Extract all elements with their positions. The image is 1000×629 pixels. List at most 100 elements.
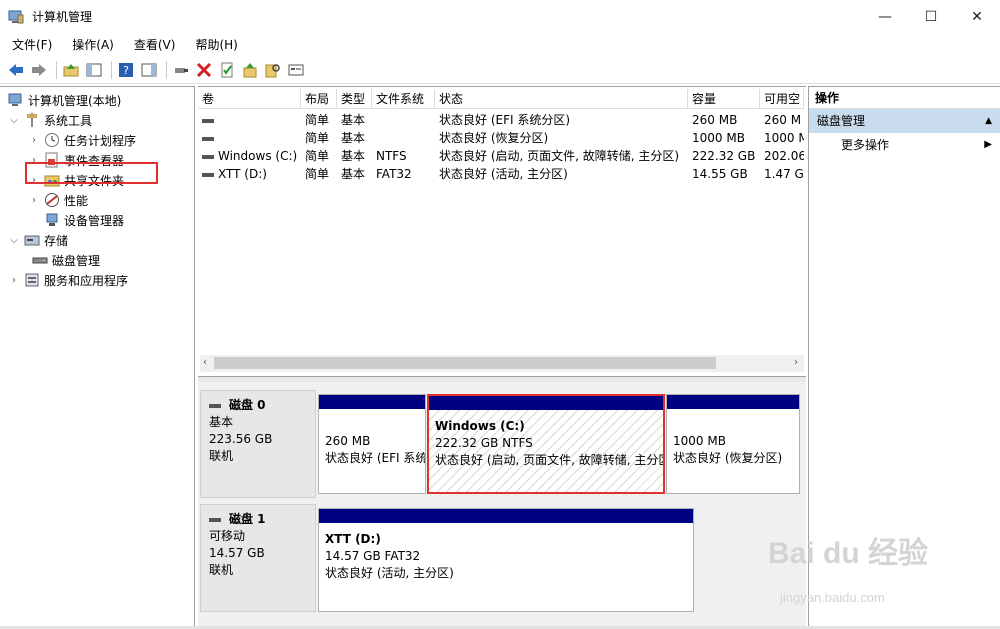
up-folder-icon[interactable] — [61, 60, 81, 80]
partition-title: Windows (C:) — [435, 419, 525, 433]
partition-xtt-d[interactable]: XTT (D:) 14.57 GB FAT32 状态良好 (活动, 主分区) — [318, 508, 694, 612]
menu-action[interactable]: 操作(A) — [60, 36, 122, 53]
capacity-cell: 1000 MB — [692, 131, 745, 145]
services-icon — [24, 272, 40, 288]
disk-size: 14.57 GB — [209, 546, 265, 560]
filesystem-cell: NTFS — [376, 149, 407, 163]
status-cell: 状态良好 (恢复分区) — [439, 131, 549, 145]
column-header-type[interactable]: 类型 — [337, 89, 372, 109]
partition-size: 260 MB — [325, 434, 371, 448]
connect-icon[interactable] — [171, 60, 191, 80]
partition-bar — [319, 395, 425, 409]
disk-icon — [209, 517, 221, 522]
disk-0-label[interactable]: 磁盘 0 基本 223.56 GB 联机 — [200, 390, 316, 498]
disk-type: 基本 — [209, 415, 234, 429]
tree-item-label: 系统工具 — [44, 113, 93, 128]
volume-cell — [198, 129, 301, 147]
chevron-right-icon[interactable]: › — [28, 195, 40, 206]
menu-help[interactable]: 帮助(H) — [183, 36, 245, 53]
chevron-right-icon[interactable]: › — [28, 135, 40, 146]
chevron-down-icon[interactable]: ⌵ — [8, 115, 20, 126]
tree-item-disk-management[interactable]: 磁盘管理 — [28, 250, 100, 270]
help-icon[interactable]: ? — [116, 60, 136, 80]
status-cell: 状态良好 (启动, 页面文件, 故障转储, 主分区) — [439, 149, 680, 163]
chevron-right-icon[interactable]: › — [8, 275, 20, 286]
properties-icon[interactable] — [217, 60, 237, 80]
more-actions-item[interactable]: 更多操作 ▶ — [809, 133, 1000, 157]
baidu-watermark: Bai du 经验 — [768, 537, 929, 570]
tree-item-root[interactable]: 计算机管理(本地) — [4, 90, 121, 110]
status-cell: 状态良好 (EFI 系统分区) — [439, 113, 571, 127]
disk-1-label[interactable]: 磁盘 1 可移动 14.57 GB 联机 — [200, 504, 316, 612]
table-row[interactable]: XTT (D:) 简单 基本 FAT32 状态良好 (活动, 主分区) 14.5… — [198, 165, 804, 183]
filesystem-cell: FAT32 — [376, 167, 412, 181]
tree-item-task-scheduler[interactable]: › 任务计划程序 — [28, 130, 136, 150]
menu-bar: 文件(F) 操作(A) 查看(V) 帮助(H) — [0, 33, 1000, 55]
partition-bar — [429, 396, 663, 410]
maximize-button[interactable]: ☐ — [908, 0, 954, 33]
column-header-layout[interactable]: 布局 — [301, 89, 337, 109]
tree-item-label: 设备管理器 — [64, 213, 125, 228]
partition-status: 状态良好 (恢复分区) — [673, 451, 783, 465]
volume-list-pane: 卷 布局 类型 文件系统 状态 容量 可用空 简单 基本 状态良好 (EFI 系… — [198, 86, 806, 627]
table-row[interactable]: 简单 基本 状态良好 (恢复分区) 1000 MB 1000 M — [198, 129, 804, 147]
status-cell: 状态良好 (活动, 主分区) — [439, 167, 568, 181]
column-header-free-space[interactable]: 可用空 — [760, 89, 804, 109]
console-icon[interactable] — [286, 60, 306, 80]
scrollbar-thumb[interactable] — [214, 357, 716, 369]
layout-cell: 简单 — [305, 113, 330, 127]
tree-item-performance[interactable]: › 性能 — [28, 190, 88, 210]
delete-icon[interactable] — [194, 60, 214, 80]
toolbar: ? — [0, 56, 1000, 84]
toolbar-divider — [56, 60, 57, 79]
export-icon[interactable] — [240, 60, 260, 80]
close-button[interactable]: ✕ — [954, 0, 1000, 33]
volume-cell: XTT (D:) — [198, 165, 301, 183]
partition-efi[interactable]: 260 MB 状态良好 (EFI 系统分区) — [318, 394, 426, 494]
tree-item-label: 服务和应用程序 — [44, 273, 129, 288]
collapse-up-icon[interactable]: ▲ — [985, 109, 992, 133]
menu-file[interactable]: 文件(F) — [0, 36, 60, 53]
column-header-capacity[interactable]: 容量 — [688, 89, 760, 109]
minimize-button[interactable]: — — [862, 0, 908, 33]
column-header-status[interactable]: 状态 — [435, 89, 688, 109]
scroll-left-icon[interactable]: ‹ — [203, 357, 207, 368]
type-cell: 基本 — [341, 149, 366, 163]
layout-cell: 简单 — [305, 149, 330, 163]
column-header-volume[interactable]: 卷 — [198, 89, 301, 109]
filesystem-cell — [372, 111, 435, 129]
chevron-down-icon[interactable]: ⌵ — [8, 235, 20, 246]
drive-icon — [202, 172, 214, 177]
table-row[interactable]: Windows (C:) 简单 基本 NTFS 状态良好 (启动, 页面文件, … — [198, 147, 804, 165]
partition-title: XTT (D:) — [325, 532, 381, 546]
tree-item-device-manager[interactable]: 设备管理器 — [40, 210, 124, 230]
search-icon[interactable] — [263, 60, 283, 80]
type-cell: 基本 — [341, 167, 366, 181]
tree-item-system-tools[interactable]: ⌵ 系统工具 — [8, 110, 92, 130]
storage-icon — [24, 232, 40, 248]
show-hide-tree-icon[interactable] — [84, 60, 104, 80]
table-row[interactable]: 简单 基本 状态良好 (EFI 系统分区) 260 MB 260 M — [198, 111, 804, 129]
free-space-cell: 1.47 G — [764, 167, 804, 181]
tree-item-label: 磁盘管理 — [52, 253, 101, 268]
horizontal-scrollbar[interactable]: ‹ › — [200, 355, 804, 372]
free-space-cell: 1000 M — [764, 131, 804, 145]
partition-bar — [667, 395, 799, 409]
tree-item-storage[interactable]: ⌵ 存储 — [8, 230, 68, 250]
menu-view[interactable]: 查看(V) — [122, 36, 184, 53]
svg-text:?: ? — [123, 64, 129, 77]
actions-header: 操作 — [809, 87, 1000, 109]
partition-recovery[interactable]: 1000 MB 状态良好 (恢复分区) — [666, 394, 800, 494]
back-icon[interactable] — [6, 60, 26, 80]
tree-item-services-apps[interactable]: › 服务和应用程序 — [8, 270, 128, 290]
scroll-right-icon[interactable]: › — [794, 357, 798, 368]
filesystem-cell — [372, 129, 435, 147]
capacity-cell: 14.55 GB — [692, 167, 748, 181]
show-action-pane-icon[interactable] — [139, 60, 159, 80]
forward-icon[interactable] — [29, 60, 49, 80]
column-header-filesystem[interactable]: 文件系统 — [372, 89, 435, 109]
disk-drive-icon — [32, 252, 48, 268]
capacity-cell: 222.32 GB — [692, 149, 756, 163]
partition-windows-c[interactable]: Windows (C:) 222.32 GB NTFS 状态良好 (启动, 页面… — [427, 394, 665, 494]
actions-section-disk-management[interactable]: 磁盘管理 ▲ — [809, 109, 1000, 133]
